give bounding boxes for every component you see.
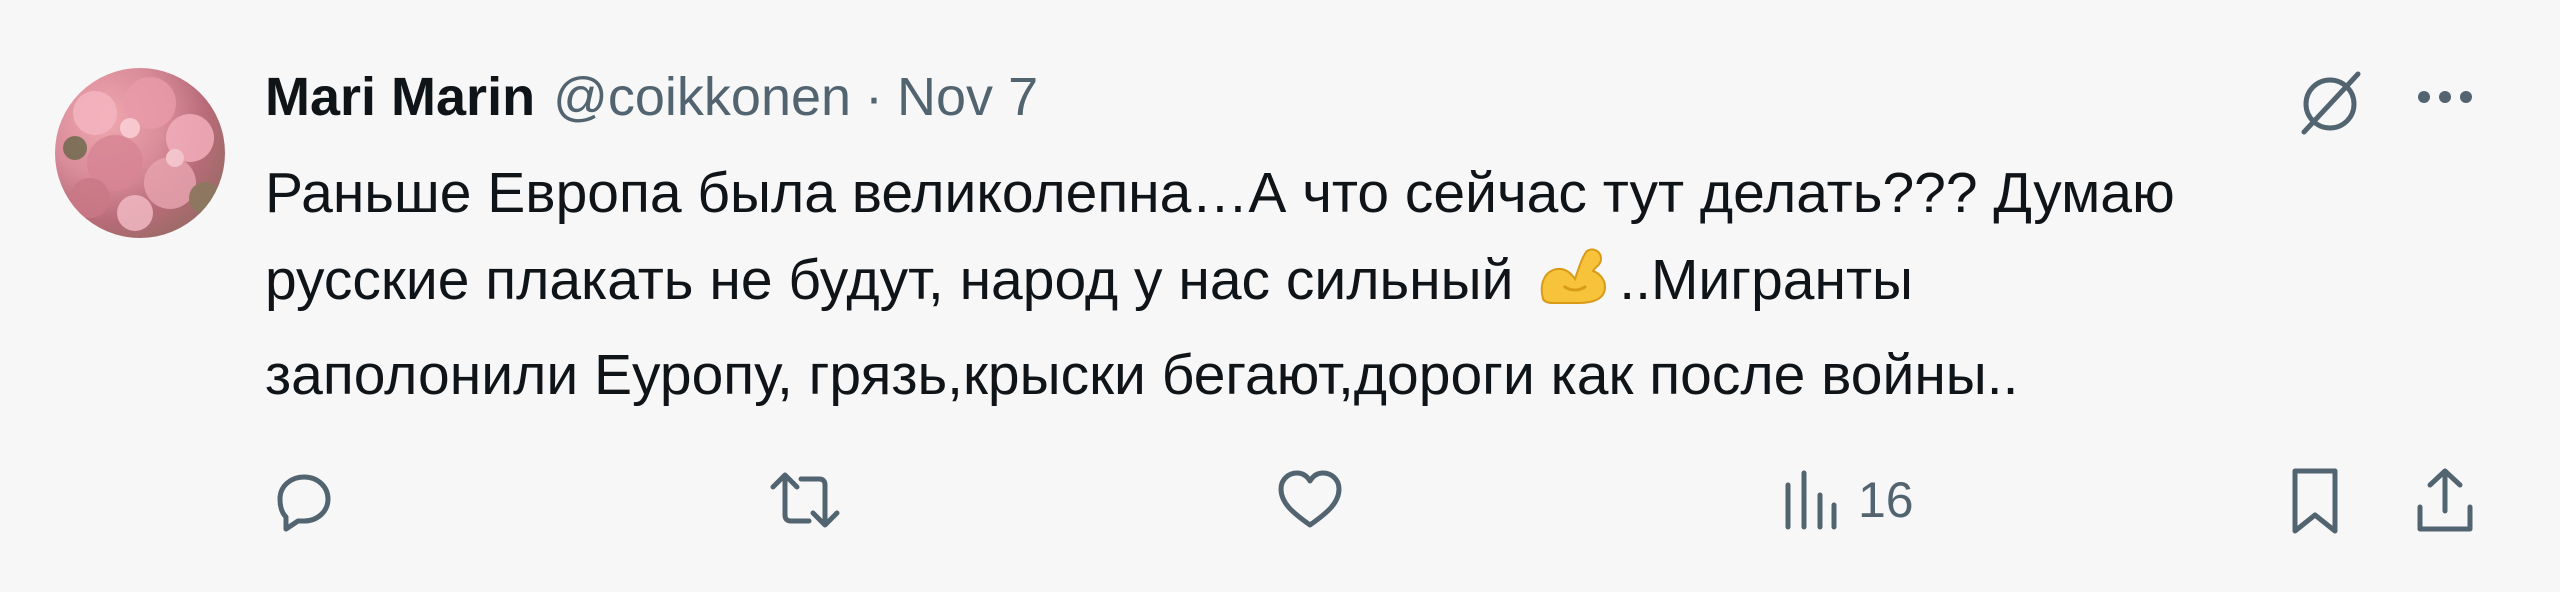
more-icon[interactable] (2410, 72, 2480, 122)
author-handle[interactable]: @coikkonen (553, 66, 851, 128)
tweet-text-line-2: русские плакать не будут, народ у нас си… (265, 237, 2445, 332)
tweet-header: Mari Marin @coikkonen · Nov 7 (265, 62, 1038, 132)
tweet-card[interactable]: Mari Marin @coikkonen · Nov 7 Раньше Евр… (0, 0, 2560, 592)
bookmark-icon (2292, 468, 2338, 534)
share-icon (2417, 468, 2473, 532)
header-separator: · (865, 67, 884, 127)
retweet-icon (770, 472, 840, 528)
flexed-biceps-icon (1535, 243, 1613, 332)
tweet-date[interactable]: Nov 7 (897, 66, 1038, 128)
author-name[interactable]: Mari Marin (265, 66, 535, 128)
tweet-text-line-2b: ..Мигранты (1619, 248, 1914, 312)
tweet-text-line-2a: русские плакать не будут, народ у нас си… (265, 248, 1514, 312)
views-button[interactable]: 16 (1780, 460, 1914, 540)
views-count: 16 (1858, 472, 1914, 528)
avatar[interactable] (55, 68, 225, 238)
reply-icon (277, 474, 331, 532)
like-button[interactable] (1273, 460, 1347, 540)
retweet-button[interactable] (765, 460, 845, 540)
bookmark-button[interactable] (2285, 460, 2345, 540)
tweet-text: Раньше Европа была великолепна…А что сей… (265, 150, 2445, 419)
share-button[interactable] (2410, 460, 2480, 540)
tweet-text-line-3: заполонили Еуропу, грязь,крыски бегают,д… (265, 343, 2019, 407)
heart-icon (1278, 470, 1342, 528)
avatar-image (63, 77, 221, 231)
tweet-text-line-1: Раньше Европа была великолепна…А что сей… (265, 161, 2175, 225)
grok-icon[interactable] (2290, 62, 2370, 142)
reply-button[interactable] (268, 460, 338, 540)
views-chart-icon (1785, 470, 1837, 530)
